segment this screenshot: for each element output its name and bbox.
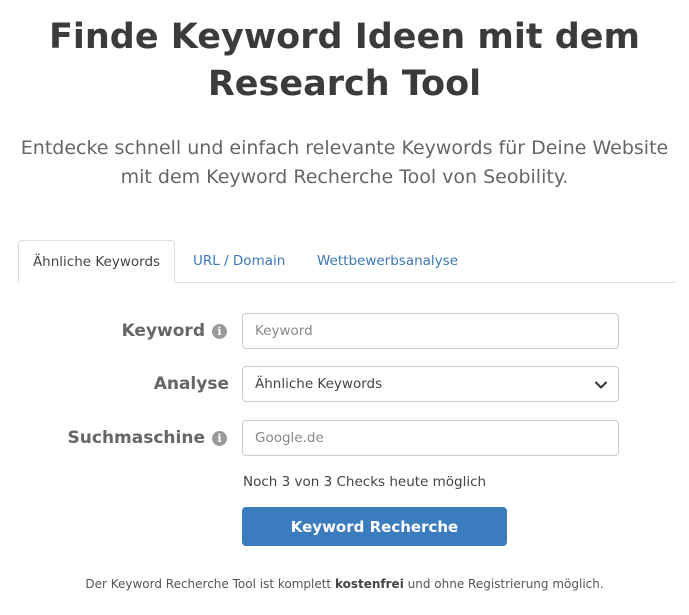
tab-similar-keywords[interactable]: Ähnliche Keywords bbox=[18, 240, 175, 283]
tab-competitor-analysis[interactable]: Wettbewerbsanalyse bbox=[302, 240, 473, 282]
page-subtitle-line-1: Entdecke schnell und einfach relevante K… bbox=[20, 137, 669, 159]
chevron-down-icon bbox=[595, 381, 607, 389]
analysis-label: Analyse bbox=[153, 374, 229, 394]
footer-text-bold: kostenfrei bbox=[334, 577, 404, 591]
info-icon[interactable]: i bbox=[212, 431, 227, 446]
page-subtitle: Entdecke schnell und einfach relevante K… bbox=[0, 134, 689, 192]
footer-text-after: und ohne Registrierung möglich. bbox=[403, 577, 604, 591]
analysis-selected-value: Ähnliche Keywords bbox=[255, 376, 383, 392]
info-icon[interactable]: i bbox=[212, 324, 227, 339]
page-title-line-2: Research Tool bbox=[207, 64, 482, 104]
page-title-line-1: Finde Keyword Ideen mit dem bbox=[48, 17, 641, 57]
search-engine-row: Suchmaschine i bbox=[0, 420, 689, 456]
keyword-label: Keyword bbox=[121, 321, 205, 341]
footer-note: Der Keyword Recherche Tool ist komplett … bbox=[0, 575, 689, 593]
analysis-row: Analyse Ähnliche Keywords bbox=[0, 366, 689, 402]
footer-text-before: Der Keyword Recherche Tool ist komplett bbox=[85, 577, 335, 591]
page-title: Finde Keyword Ideen mit dem Research Too… bbox=[0, 14, 689, 108]
tab-bar: Ähnliche Keywords URL / Domain Wettbewer… bbox=[18, 240, 675, 283]
checks-remaining-note: Noch 3 von 3 Checks heute möglich bbox=[243, 474, 487, 490]
search-engine-input[interactable] bbox=[242, 420, 619, 456]
analysis-select[interactable]: Ähnliche Keywords bbox=[242, 366, 619, 402]
search-engine-label: Suchmaschine bbox=[67, 428, 205, 448]
tab-url-domain[interactable]: URL / Domain bbox=[178, 240, 300, 282]
keyword-input[interactable] bbox=[242, 313, 619, 349]
keyword-row: Keyword i bbox=[0, 313, 689, 349]
keyword-research-button[interactable]: Keyword Recherche bbox=[242, 507, 507, 546]
page-subtitle-line-2: mit dem Keyword Recherche Tool von Seobi… bbox=[120, 166, 569, 188]
